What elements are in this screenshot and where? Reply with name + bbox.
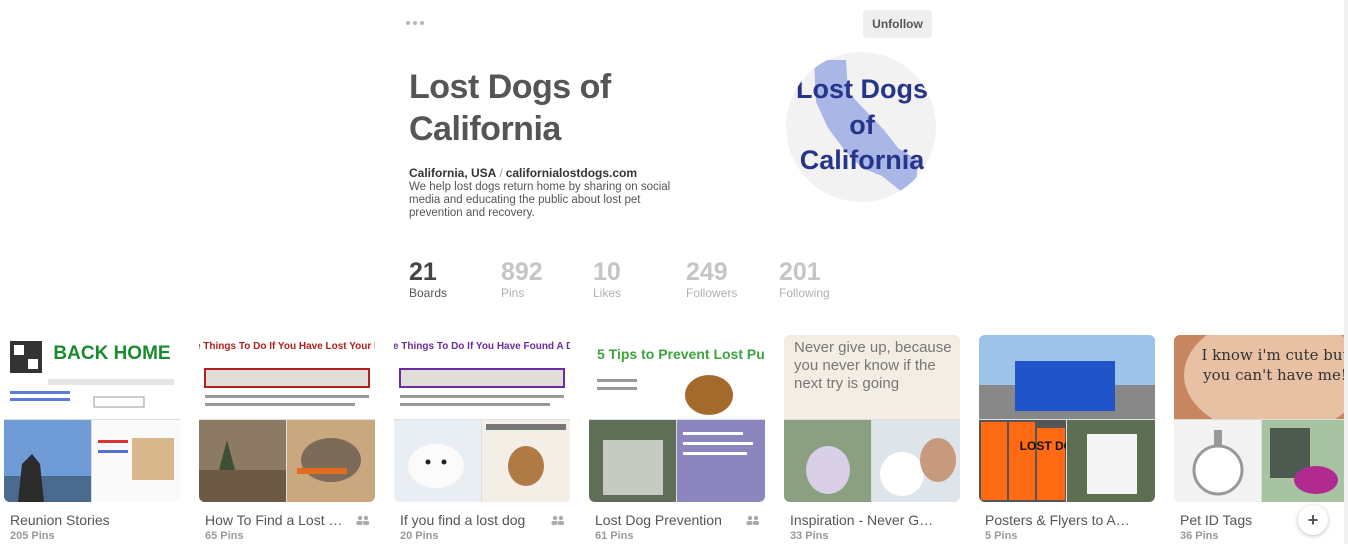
stat-value: 249 <box>686 258 728 286</box>
board-title: Reunion Stories <box>10 512 110 528</box>
board-title: Posters & Flyers to Attract Attention <box>985 512 1130 528</box>
cover-text: 5 Tips to Prevent Lost Pups! <box>597 346 765 362</box>
board-cover: BACK HOME <box>4 335 180 502</box>
board-card[interactable]: Five Things To Do If You Have Lost Your … <box>199 335 377 542</box>
profile-location: California, USA <box>409 166 497 180</box>
board-title: Inspiration - Never Give Up <box>790 512 935 528</box>
cover-text: Never give up, because you never know if… <box>794 339 952 392</box>
board-title: If you find a lost dog <box>400 512 526 528</box>
profile-name: Lost Dogs of California <box>409 68 611 148</box>
board-pin-count: 20 Pins <box>400 530 439 542</box>
stat-label: Pins <box>501 286 525 300</box>
board-cover: LOST DOG <box>979 335 1155 502</box>
scrollbar[interactable] <box>1344 0 1348 544</box>
cover-image-secondary <box>4 420 91 502</box>
stat-label: Followers <box>686 286 738 300</box>
board-card[interactable]: 5 Tips to Prevent Lost Pups! Lost Dog Pr… <box>589 335 767 542</box>
board-cover: Five Things To Do If You Have Lost Your … <box>199 335 375 502</box>
collaborators-icon <box>356 515 369 525</box>
cover-image-tertiary <box>1262 420 1348 502</box>
cover-image-tertiary <box>92 420 180 502</box>
stat-label: Likes <box>593 286 622 300</box>
cover-image-main: Five Things To Do If You Have Lost Your … <box>199 335 375 419</box>
collaborators-icon <box>746 515 759 525</box>
stat-value: 201 <box>779 258 821 286</box>
board-cover: Five Things To Do If You Have Found A Do… <box>394 335 570 502</box>
cover-image-secondary <box>394 420 481 502</box>
board-card[interactable]: I know i'm cute but you can't have me! P… <box>1174 335 1348 542</box>
board-cover: I know i'm cute but you can't have me! <box>1174 335 1348 502</box>
board-title: Pet ID Tags <box>1180 512 1253 528</box>
cover-image-secondary <box>784 420 871 502</box>
cover-image-main: I know i'm cute but you can't have me! <box>1174 335 1348 419</box>
avatar: Lost Dogs of California <box>786 52 936 202</box>
cover-image-main: Five Things To Do If You Have Found A Do… <box>394 335 570 419</box>
cover-text: Five Things To Do If You Have Found A Do… <box>394 341 570 352</box>
avatar-text-line1: Lost Dogs <box>796 74 928 104</box>
cover-image-tertiary <box>482 420 570 502</box>
cover-image-secondary <box>1174 420 1261 502</box>
board-title: Lost Dog Prevention <box>595 512 722 528</box>
profile-stats: 21 Boards 892 Pins 10 Likes 249 Follower… <box>409 258 859 300</box>
board-pin-count: 33 Pins <box>790 530 829 542</box>
cover-image-tertiary <box>872 420 960 502</box>
board-title: How To Find a Lost Dog <box>205 512 350 528</box>
avatar-logo: Lost Dogs of California <box>796 60 928 192</box>
board-pin-count: 65 Pins <box>205 530 244 542</box>
unfollow-button[interactable]: Unfollow <box>863 10 932 38</box>
cover-image-tertiary <box>1067 420 1155 502</box>
stat-value: 10 <box>593 258 621 286</box>
stat-followers[interactable]: 249 Followers <box>686 258 779 300</box>
cover-image-tertiary <box>287 420 375 502</box>
stat-value: 21 <box>409 258 437 286</box>
profile-meta: California, USA / californialostdogs.com <box>409 166 638 180</box>
board-card[interactable]: Never give up, because you never know if… <box>784 335 962 542</box>
profile-about: We help lost dogs return home by sharing… <box>409 181 671 219</box>
avatar-text-line3: California <box>800 145 926 175</box>
cover-image-secondary <box>199 420 286 502</box>
stat-likes[interactable]: 10 Likes <box>593 258 686 300</box>
board-card[interactable]: Five Things To Do If You Have Found A Do… <box>394 335 572 542</box>
cover-image-main <box>979 335 1155 419</box>
board-card[interactable]: BACK HOME Reunion Stories 205 Pins <box>4 335 182 542</box>
stat-following[interactable]: 201 Following <box>779 258 859 300</box>
stat-boards[interactable]: 21 Boards <box>409 258 501 300</box>
stat-pins[interactable]: 892 Pins <box>501 258 593 300</box>
avatar-text-line2: of <box>849 110 875 140</box>
cover-text: Five Things To Do If You Have Lost Your … <box>199 341 375 352</box>
board-pin-count: 61 Pins <box>595 530 634 542</box>
board-pin-count: 5 Pins <box>985 530 1018 542</box>
cover-image-main: BACK HOME <box>4 335 180 419</box>
cover-image-main: Never give up, because you never know if… <box>784 335 960 419</box>
cover-text: I know i'm cute but you can't have me! <box>1201 346 1348 384</box>
cover-text: BACK HOME <box>53 343 170 364</box>
cover-image-tertiary <box>677 420 765 502</box>
cover-image-secondary: LOST DOG <box>979 420 1066 502</box>
board-cover: Never give up, because you never know if… <box>784 335 960 502</box>
cover-image-secondary <box>589 420 676 502</box>
board-cover: 5 Tips to Prevent Lost Pups! <box>589 335 765 502</box>
board-card[interactable]: LOST DOG Posters & Flyers to Attract Att… <box>979 335 1157 542</box>
board-pin-count: 205 Pins <box>10 530 55 542</box>
cover-image-main: 5 Tips to Prevent Lost Pups! <box>589 335 765 419</box>
cover-text: LOST DOG <box>1020 439 1066 453</box>
collaborators-icon <box>551 515 564 525</box>
board-pin-count: 36 Pins <box>1180 530 1219 542</box>
stat-label: Following <box>779 286 830 300</box>
ellipsis-icon <box>406 21 410 25</box>
more-options-button[interactable] <box>406 14 430 32</box>
profile-website-link[interactable]: californialostdogs.com <box>506 166 637 180</box>
create-board-button[interactable]: + <box>1298 505 1328 535</box>
stat-label: Boards <box>409 286 448 300</box>
stat-value: 892 <box>501 258 543 286</box>
